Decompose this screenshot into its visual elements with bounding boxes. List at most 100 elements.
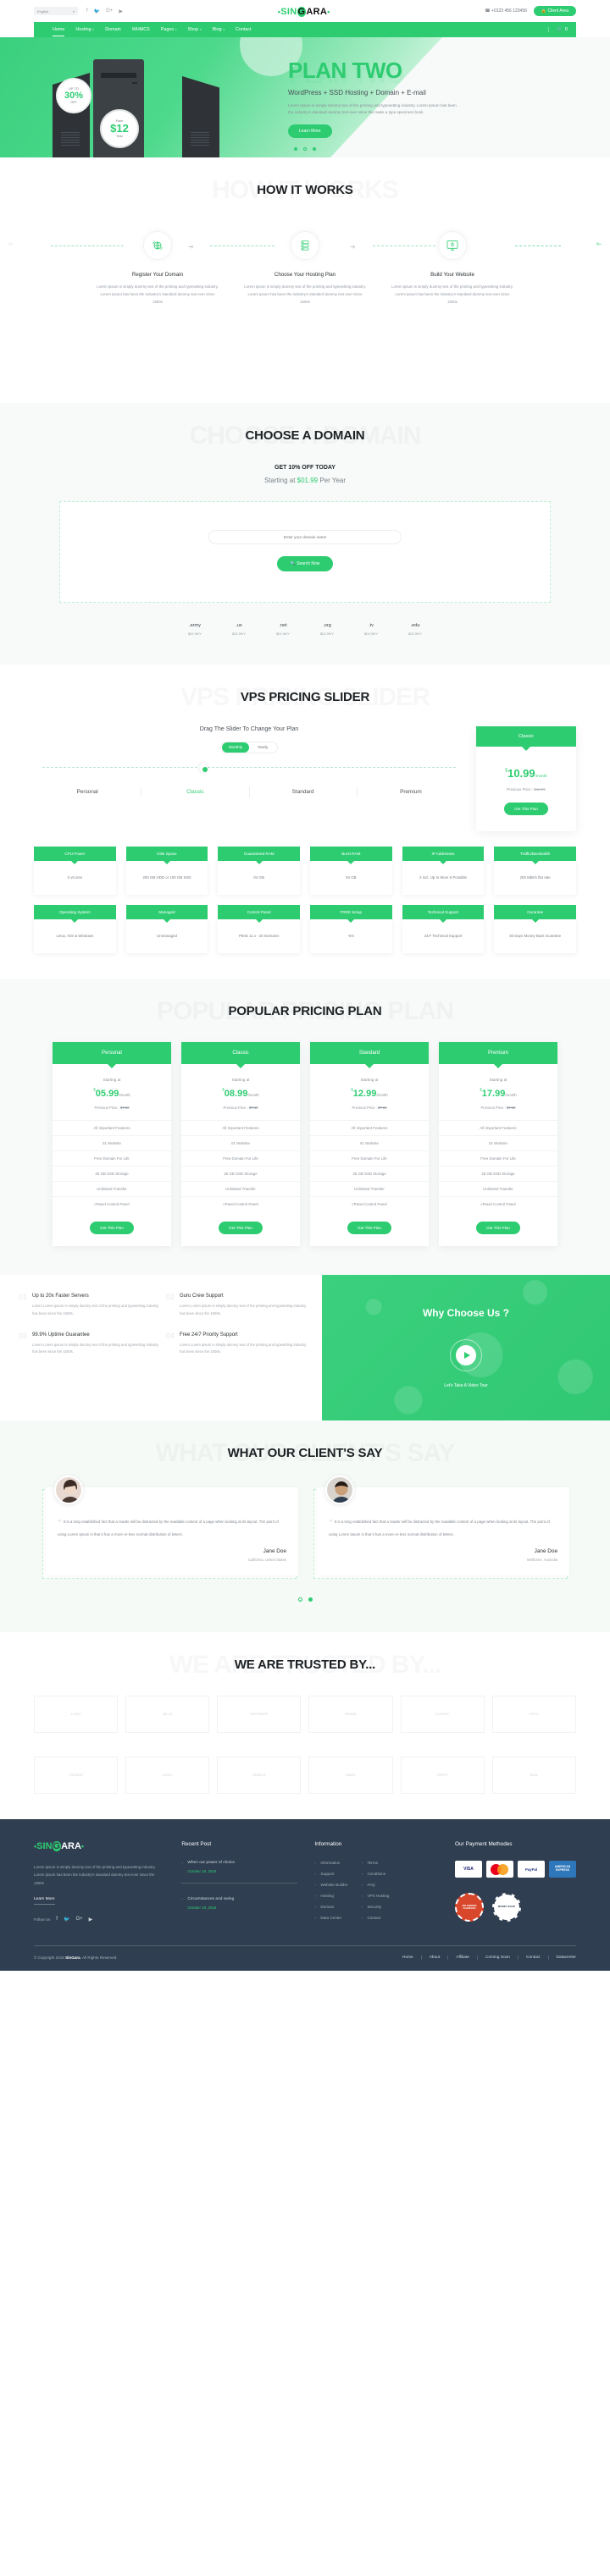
testimonial-dot-2[interactable] <box>308 1597 313 1602</box>
footer-link[interactable]: Terms <box>361 1861 389 1866</box>
footer-information-title: Information <box>314 1841 342 1848</box>
footer-logo[interactable]: •SINGARA• <box>34 1841 164 1852</box>
testimonial-dots[interactable] <box>0 1597 610 1602</box>
plan-label-premium[interactable]: Premium <box>358 786 464 797</box>
footer-link[interactable]: VPS Hosting <box>361 1894 389 1899</box>
footer-link[interactable]: Website Builder <box>314 1883 347 1888</box>
plan-slider-knob[interactable] <box>199 764 208 772</box>
plan-label-classic[interactable]: Classic <box>141 786 250 797</box>
plan-label-personal[interactable]: Personal <box>34 786 142 797</box>
facebook-icon[interactable]: f <box>56 1917 58 1922</box>
discount-badge: UP TO 30% OFF <box>56 78 92 113</box>
nav-item-domain[interactable]: Domain <box>105 27 121 32</box>
footer-link[interactable]: Contact <box>361 1916 389 1921</box>
play-icon[interactable] <box>456 1345 476 1365</box>
discount-value: 30% <box>64 90 84 101</box>
vps-feature-grid: CPU Power 2 vCores Disk Space 200 GB HDD o… <box>0 847 610 953</box>
why-video-cta[interactable]: Let's Take A Video Tour <box>444 1383 488 1388</box>
pricing-feature: cPanel Control Panel <box>310 1196 429 1211</box>
footer-link[interactable]: Conditions <box>361 1872 389 1877</box>
video-play-ring[interactable] <box>450 1339 482 1371</box>
tld-item[interactable]: .us $02.99/Y <box>232 623 246 636</box>
footer-link[interactable]: Data Center <box>314 1916 347 1921</box>
vps-card-name: Classic <box>476 726 576 751</box>
footer-nav-affiliate[interactable]: Affiliate <box>448 1955 478 1961</box>
footer-about-column: •SINGARA• Lorem ipsum is simply dummy te… <box>34 1841 164 1927</box>
footer-nav-home[interactable]: Home <box>395 1955 422 1961</box>
nav-item-pages[interactable]: Pages ▾ <box>161 27 177 32</box>
hero-dot-3[interactable] <box>313 147 316 151</box>
testimonial-dot-1[interactable] <box>297 1597 302 1602</box>
why-grid: 01 Up to 20x Faster Servers Lorem Lorem … <box>19 1294 307 1371</box>
site-logo[interactable]: •SINGARA• <box>278 7 330 17</box>
plan-labels: Personal Classic Standard Premium <box>34 786 464 797</box>
plan-label-standard[interactable]: Standard <box>250 786 358 797</box>
google-plus-icon[interactable]: G+ <box>106 8 113 14</box>
domain-search-input[interactable] <box>208 530 402 544</box>
pricing-get-plan-button[interactable]: Get This Plan <box>219 1222 263 1234</box>
vps-get-plan-button[interactable]: Get This Plan <box>504 803 548 815</box>
facebook-icon[interactable]: f <box>86 8 88 14</box>
vps-feature-value: 2 incl. Up to More 6 Possible <box>402 861 485 895</box>
language-select[interactable]: English ▾ <box>34 7 78 15</box>
footer-nav-about[interactable]: About <box>422 1955 449 1961</box>
billing-toggle[interactable]: Monthly Yearly <box>220 742 278 753</box>
footer-nav-coming-soon[interactable]: Coming Soon <box>478 1955 518 1961</box>
toggle-monthly[interactable]: Monthly <box>222 742 249 753</box>
partner-logo: REBELS <box>217 1757 302 1795</box>
vps-card-amount: 10.99 <box>507 767 535 780</box>
nav-item-hosting[interactable]: Hosting ▾ <box>75 27 94 32</box>
twitter-icon[interactable]: 🐦 <box>94 8 100 14</box>
hero-slider-dots[interactable] <box>0 147 610 151</box>
domain-search-button[interactable]: 🔍 Search Now <box>276 556 334 571</box>
footer-nav-datacenter[interactable]: Datacenter <box>549 1955 576 1960</box>
why-item-desc: Lorem Lorem ipsum is simply dummy text o… <box>32 1342 159 1354</box>
footer-link[interactable]: Support <box>314 1872 347 1877</box>
footer-post-1[interactable]: When our power of choice October 18, 201… <box>181 1861 297 1873</box>
how-step-2: Choose Your Hosting Plan Lorem ipsum is … <box>231 231 379 306</box>
footer-link[interactable]: FAQ <box>361 1883 389 1888</box>
partner-logo: CLASSIC <box>400 1696 485 1734</box>
google-plus-icon[interactable]: G+ <box>75 1917 82 1922</box>
tld-item[interactable]: .net $02.99/Y <box>276 623 290 636</box>
nav-item-blog[interactable]: Blog ▾ <box>213 27 225 32</box>
footer-link[interactable]: Domain <box>314 1905 347 1910</box>
toggle-yearly[interactable]: Yearly <box>249 742 276 753</box>
footer-learn-more-link[interactable]: Learn More <box>34 1897 55 1905</box>
youtube-icon[interactable]: ▶ <box>89 1917 93 1922</box>
tld-item[interactable]: .edu $02.99/Y <box>408 623 422 636</box>
pricing-feature: cPanel Control Panel <box>439 1196 557 1211</box>
footer-link[interactable]: Security <box>361 1905 389 1910</box>
payment-methods: VISA PayPal AMERICAN EXPRESS <box>455 1861 577 1878</box>
footer-post-2[interactable]: Circumstances and owing October 18, 2018 <box>181 1897 297 1910</box>
domain-search-box: 🔍 Search Now <box>59 501 551 603</box>
pricing-get-plan-button[interactable]: Get This Plan <box>476 1222 520 1234</box>
nav-item-home[interactable]: Home <box>53 27 65 36</box>
vps-slider-area: Drag The Slider To Change Your Plan Mont… <box>34 726 464 831</box>
nav-item-whmcs[interactable]: WHMCS <box>132 27 150 32</box>
cart-button[interactable]: 🛒 0 <box>548 27 568 32</box>
how-step-3-desc: Lorem ipsum is simply dummy text of the … <box>391 284 513 304</box>
hero-dot-2[interactable] <box>303 147 307 151</box>
pricing-previous-label: Previous Price : <box>94 1106 120 1110</box>
partner-logo: MARK <box>308 1757 393 1795</box>
hero-learn-more-button[interactable]: Learn More <box>288 124 332 138</box>
footer-link[interactable]: Hosting <box>314 1894 347 1899</box>
pricing-get-plan-button[interactable]: Get This Plan <box>347 1222 391 1234</box>
pricing-feature: 25 GB SSD Storage <box>310 1166 429 1181</box>
client-area-button[interactable]: 🔒 Client Area <box>533 6 576 16</box>
hero-dot-1[interactable] <box>294 147 297 151</box>
plan-slider-track[interactable] <box>42 764 456 772</box>
nav-item-contact[interactable]: Contact <box>236 27 252 32</box>
footer-nav-contact[interactable]: Contact <box>518 1955 549 1961</box>
chevron-down-icon: ▾ <box>223 28 225 31</box>
twitter-icon[interactable]: 🐦 <box>64 1917 69 1922</box>
tld-item[interactable]: .tv $02.99/Y <box>364 623 378 636</box>
footer-link[interactable]: Information <box>314 1861 347 1866</box>
tld-item[interactable]: .army $02.99/Y <box>188 623 202 636</box>
server-vents <box>191 132 209 147</box>
pricing-amount: 05.99 <box>95 1089 119 1099</box>
nav-item-shop[interactable]: Shop ▾ <box>188 27 202 32</box>
pricing-get-plan-button[interactable]: Get This Plan <box>90 1222 134 1234</box>
tld-item[interactable]: .org $02.99/Y <box>320 623 334 636</box>
